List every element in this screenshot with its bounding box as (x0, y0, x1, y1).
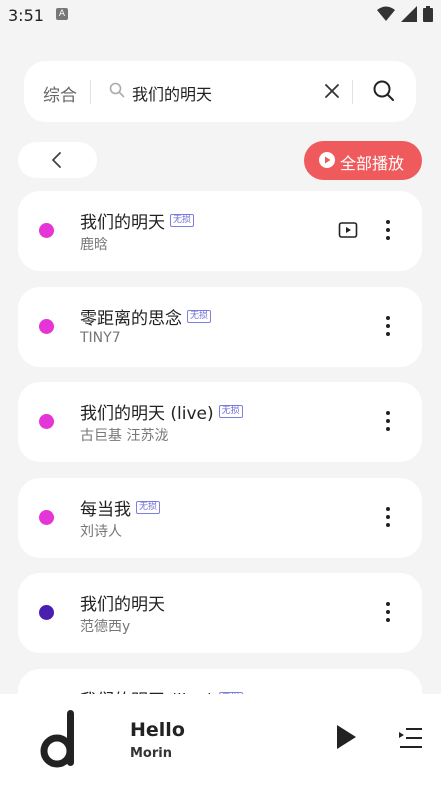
song-title: 我们的明天 (live) (80, 404, 214, 424)
divider (90, 80, 91, 104)
song-color-dot (39, 223, 54, 238)
now-playing-title: Hello (130, 719, 185, 741)
song-artist: TINY7 (80, 330, 121, 346)
play-all-label: 全部播放 (340, 154, 405, 173)
lossless-badge: 无损 (187, 310, 212, 323)
play-icon[interactable] (335, 724, 357, 750)
song-title: 我们的明天 (80, 213, 165, 233)
back-button[interactable] (18, 142, 97, 178)
search-icon (109, 82, 125, 98)
divider (352, 80, 353, 104)
playlist-icon[interactable] (398, 726, 424, 750)
song-title: 每当我 (80, 500, 131, 520)
song-artist: 鹿晗 (80, 237, 108, 253)
mini-player[interactable]: Hello Morin (0, 694, 441, 785)
song-item[interactable]: 我们的明天 (live) 无损 古巨基 汪苏泷 (18, 382, 422, 462)
song-color-dot (39, 319, 54, 334)
lossless-badge: 无损 (170, 214, 195, 227)
song-color-dot (39, 605, 54, 620)
search-type-selector[interactable]: 综合 (43, 81, 77, 106)
song-artist: 刘诗人 (80, 524, 122, 540)
song-color-dot (39, 414, 54, 429)
app-logo-icon (40, 710, 74, 768)
song-title: 我们的明天 (80, 595, 165, 615)
more-icon[interactable] (384, 314, 392, 338)
play-circle-icon (319, 152, 335, 168)
song-artist: 古巨基 汪苏泷 (80, 428, 169, 444)
status-bar: 3:51 A (0, 0, 441, 32)
search-button[interactable] (372, 79, 396, 103)
song-artist: 范德西y (80, 619, 131, 635)
more-icon[interactable] (384, 409, 392, 433)
battery-icon (423, 6, 433, 22)
more-icon[interactable] (384, 600, 392, 624)
chevron-left-icon (52, 152, 61, 168)
song-item[interactable]: 每当我 无损 刘诗人 (18, 478, 422, 558)
more-icon[interactable] (384, 505, 392, 529)
search-input[interactable]: 我们的明天 (132, 81, 212, 105)
clear-icon[interactable] (322, 81, 342, 101)
more-icon[interactable] (384, 218, 392, 242)
play-all-button[interactable]: 全部播放 (304, 141, 422, 180)
now-playing-artist: Morin (130, 746, 172, 761)
song-item[interactable]: 我们的明天 无损 鹿晗 (18, 191, 422, 271)
notification-a-icon: A (56, 8, 68, 20)
signal-icon (401, 6, 417, 22)
status-icons (377, 6, 433, 22)
song-title: 零距离的思念 (80, 309, 182, 329)
wifi-icon (377, 6, 395, 21)
search-bar: 综合 我们的明天 (24, 61, 416, 122)
status-time: 3:51 (8, 6, 44, 25)
video-icon[interactable] (338, 221, 358, 239)
lossless-badge: 无损 (218, 405, 243, 418)
song-color-dot (39, 510, 54, 525)
song-item[interactable]: 我们的明天 范德西y (18, 573, 422, 653)
song-item[interactable]: 零距离的思念 无损 TINY7 (18, 287, 422, 367)
lossless-badge: 无损 (136, 501, 161, 514)
